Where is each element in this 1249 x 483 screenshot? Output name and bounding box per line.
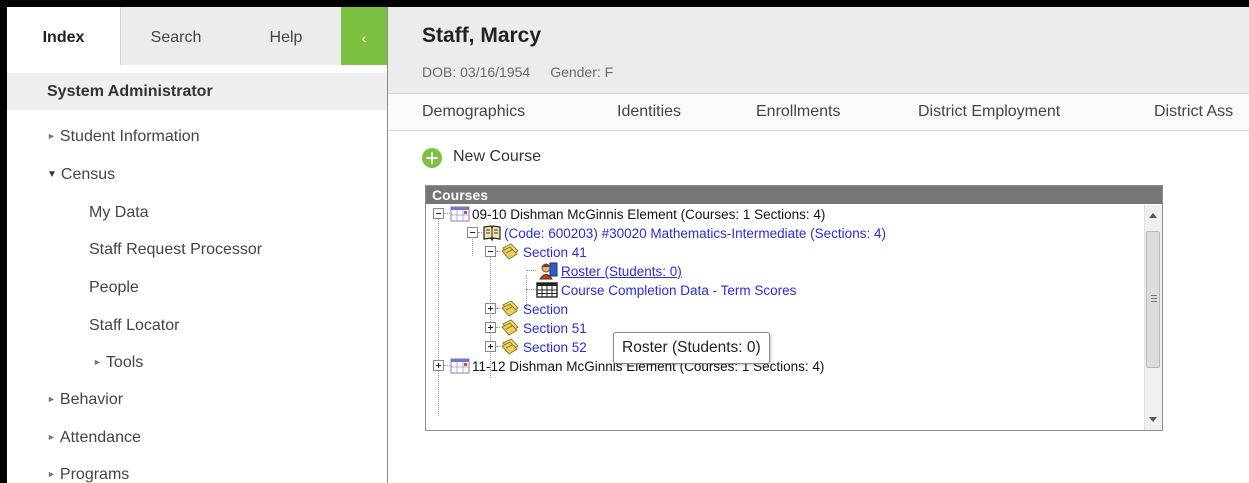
collapse-sidebar-button[interactable]: ‹ [341, 7, 387, 65]
roster-tooltip: Roster (Students: 0) [613, 332, 770, 364]
tab-help[interactable]: Help [231, 7, 341, 65]
section-icon [500, 319, 520, 337]
tree-row: Roster (Students: 0) [426, 262, 1144, 281]
tree-label-section-52[interactable]: Section 52 [523, 339, 587, 356]
collapse-toggle-icon[interactable] [485, 246, 496, 257]
tree-label-section-41[interactable]: Section 41 [523, 244, 587, 261]
vertical-scrollbar[interactable] [1144, 205, 1162, 430]
courses-panel-title: Courses [426, 186, 1162, 204]
person-meta: DOB: 03/16/1954 Gender: F [422, 64, 633, 80]
courses-tree: 09-10 Dishman McGinnis Element (Courses:… [426, 205, 1144, 430]
caret-right-icon: ► [47, 469, 56, 479]
tree-row: (Code: 600203) #30020 Mathematics-Interm… [426, 224, 1144, 243]
scroll-up-icon[interactable] [1149, 213, 1157, 218]
caret-right-icon: ► [93, 357, 102, 367]
dob-text: DOB: 03/16/1954 [422, 64, 531, 80]
roster-icon [536, 262, 558, 280]
sidebar-item-label: Programs [59, 466, 130, 483]
tab-district-employment[interactable]: District Employment [918, 103, 1060, 121]
tab-enrollments[interactable]: Enrollments [756, 103, 840, 121]
grip-line [1151, 301, 1157, 302]
tab-identities[interactable]: Identities [617, 103, 681, 121]
tree-row: 11-12 Dishman McGinnis Element (Courses:… [426, 357, 1144, 376]
scroll-down-icon[interactable] [1149, 417, 1157, 422]
collapse-toggle-icon[interactable] [467, 227, 478, 238]
new-course-label: New Course [453, 148, 542, 165]
caret-right-icon: ► [47, 131, 56, 141]
calendar-icon [450, 205, 470, 223]
sidebar-item-staff-locator[interactable]: Staff Locator [89, 317, 179, 335]
tree-connector [526, 289, 536, 290]
gender-text: Gender: F [550, 64, 614, 80]
book-icon [482, 224, 502, 242]
tree-row: Section 52 [426, 338, 1144, 357]
sidebar-item-census[interactable]: ▼ Census [47, 166, 115, 184]
caret-right-icon: ► [47, 394, 56, 404]
chevron-left-icon: ‹ [361, 30, 367, 46]
tab-district-assignments[interactable]: District Ass [1154, 103, 1233, 121]
grid-icon [536, 281, 558, 299]
sidebar-tabs: Index Search Help ‹ [7, 7, 387, 65]
sidebar-item-label: Census [60, 166, 116, 183]
expand-toggle-icon[interactable] [485, 341, 496, 352]
tree-label-course-completion[interactable]: Course Completion Data - Term Scores [561, 282, 796, 299]
tree-label-section[interactable]: Section [523, 301, 568, 318]
expand-toggle-icon[interactable] [433, 360, 444, 371]
tree-label-section-51[interactable]: Section 51 [523, 320, 587, 337]
tree-row: 09-10 Dishman McGinnis Element (Courses:… [426, 205, 1144, 224]
sidebar: Index Search Help ‹ System Administrator… [7, 7, 388, 483]
sidebar-item-staff-request-processor[interactable]: Staff Request Processor [89, 241, 262, 259]
sidebar-item-label: Attendance [59, 429, 141, 446]
tab-index[interactable]: Index [7, 7, 121, 65]
main-tabbar: Demographics Identities Enrollments Dist… [388, 93, 1249, 131]
expand-toggle-icon[interactable] [485, 303, 496, 314]
sidebar-item-people[interactable]: People [89, 279, 139, 297]
sidebar-item-label: Student Information [59, 128, 200, 145]
sidebar-item-programs[interactable]: ► Programs [47, 466, 129, 483]
tab-search[interactable]: Search [121, 7, 231, 65]
grip-line [1151, 298, 1157, 299]
tree-row: Course Completion Data - Term Scores [426, 281, 1144, 300]
sidebar-item-tools[interactable]: ► Tools [93, 354, 143, 372]
tree-row: Section 51 [426, 319, 1144, 338]
grip-line [1151, 295, 1157, 296]
tree-row: Section 41 [426, 243, 1144, 262]
section-title: System Administrator [7, 73, 387, 110]
sidebar-item-behavior[interactable]: ► Behavior [47, 391, 123, 409]
tree-label-course[interactable]: (Code: 600203) #30020 Mathematics-Interm… [504, 225, 886, 242]
sidebar-item-label: Tools [105, 354, 144, 371]
main-content: Staff, Marcy DOB: 03/16/1954 Gender: F De… [388, 7, 1249, 483]
collapse-toggle-icon[interactable] [433, 208, 444, 219]
calendar-icon [450, 357, 470, 375]
section-icon [500, 243, 520, 261]
app-frame: Index Search Help ‹ System Administrator… [7, 7, 1249, 483]
sidebar-item-label: Behavior [59, 391, 124, 408]
person-header: Staff, Marcy DOB: 03/16/1954 Gender: F [388, 7, 1249, 93]
caret-right-icon: ► [47, 432, 56, 442]
tree-connector [526, 270, 536, 271]
sidebar-item-my-data[interactable]: My Data [89, 204, 149, 222]
expand-toggle-icon[interactable] [485, 322, 496, 333]
sidebar-item-attendance[interactable]: ► Attendance [47, 429, 141, 447]
sidebar-item-student-information[interactable]: ► Student Information [47, 128, 200, 146]
scroll-thumb[interactable] [1146, 231, 1160, 368]
section-icon [500, 300, 520, 318]
person-name: Staff, Marcy [422, 24, 542, 47]
courses-panel: Courses 09-10 Dishman McGinnis Element (… [425, 185, 1163, 431]
caret-down-icon: ▼ [47, 169, 57, 180]
tree-row: Section [426, 300, 1144, 319]
section-icon [500, 338, 520, 356]
tab-demographics[interactable]: Demographics [422, 103, 525, 121]
tree-label-roster[interactable]: Roster (Students: 0) [561, 263, 682, 280]
tree-label-year-0910[interactable]: 09-10 Dishman McGinnis Element (Courses:… [472, 206, 825, 223]
plus-circle-icon [422, 148, 442, 168]
